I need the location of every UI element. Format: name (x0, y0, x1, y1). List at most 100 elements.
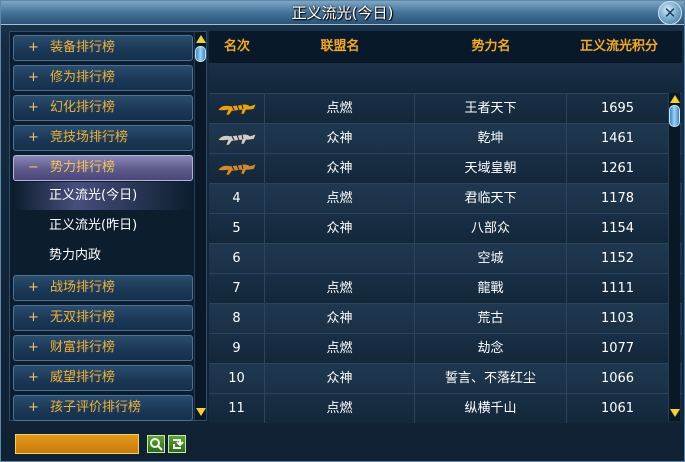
table-scrollbar[interactable] (668, 93, 680, 421)
table-row[interactable]: 8 众神 荒古 1103 (209, 303, 682, 333)
cell-faction: 誓言、不落红尘 (415, 364, 567, 393)
table-row[interactable]: 5 众神 八部众 1154 (209, 213, 682, 243)
search-input[interactable] (15, 434, 139, 454)
table-row[interactable]: 11 点燃 纵横千山 1061 (209, 393, 682, 423)
cell-faction: 纵横千山 (415, 394, 567, 423)
sub-item-label: 势力内政 (49, 248, 102, 263)
cell-faction: 王者天下 (415, 94, 567, 123)
cell-alliance (265, 244, 415, 273)
menu-item-child-rating[interactable]: + 孩子评价排行榜 (13, 395, 193, 421)
column-header-alliance: 联盟名 (320, 39, 360, 54)
menu-item-cultivation[interactable]: + 修为排行榜 (13, 65, 193, 91)
column-header-rank: 名次 (223, 39, 250, 54)
cell-faction: 劫念 (415, 334, 567, 363)
search-button[interactable] (147, 435, 165, 453)
cell-alliance: 点燃 (265, 394, 415, 423)
cell-alliance: 点燃 (265, 94, 415, 123)
menu-item-label: 威望排行榜 (50, 370, 116, 385)
menu-item-wealth[interactable]: + 财富排行榜 (13, 335, 193, 361)
cell-alliance: 众神 (265, 154, 415, 183)
table-row[interactable]: 4 点燃 君临天下 1178 (209, 183, 682, 213)
menu-item-label: 装备排行榜 (50, 40, 116, 55)
title-bar[interactable]: 正义流光(今日) ✕ (1, 1, 684, 25)
silver-tiger-icon (217, 133, 257, 146)
table-row[interactable]: 6 空城 1152 (209, 243, 682, 273)
cell-score: 1077 (600, 341, 635, 356)
expand-icon: + (28, 280, 39, 295)
cell-faction: 龍戰 (415, 274, 567, 303)
cell-score: 1103 (600, 311, 635, 326)
cell-faction: 荒古 (415, 304, 567, 333)
scroll-down-icon[interactable] (196, 408, 206, 416)
scroll-up-icon[interactable] (670, 95, 680, 103)
cell-faction: 乾坤 (415, 124, 567, 153)
scroll-thumb[interactable] (195, 46, 206, 62)
cell-score: 1154 (600, 221, 635, 236)
cell-alliance: 点燃 (265, 334, 415, 363)
expand-icon: + (28, 40, 39, 55)
refresh-button[interactable] (168, 435, 186, 453)
menu-item-battlefield[interactable]: + 战场排行榜 (13, 275, 193, 301)
cell-faction: 君临天下 (415, 184, 567, 213)
bronze-tiger-icon (217, 163, 257, 176)
menu-item-transform[interactable]: + 幻化排行榜 (13, 95, 193, 121)
expand-icon: + (28, 70, 39, 85)
cell-rank: 7 (209, 274, 265, 303)
table-row[interactable]: 9 点燃 劫念 1077 (209, 333, 682, 363)
table-row[interactable]: 点燃 王者天下 1695 (209, 93, 682, 123)
close-icon[interactable]: ✕ (658, 1, 682, 25)
scroll-up-icon[interactable] (196, 35, 206, 43)
table-row[interactable]: 众神 乾坤 1461 (209, 123, 682, 153)
scroll-down-icon[interactable] (670, 409, 680, 417)
menu-item-equipment[interactable]: + 装备排行榜 (13, 35, 193, 61)
cell-score: 1111 (600, 281, 635, 296)
column-header-score: 正义流光积分 (579, 39, 658, 54)
cell-rank: 5 (209, 214, 265, 243)
cell-alliance: 众神 (265, 304, 415, 333)
cell-score: 1061 (600, 401, 635, 416)
cell-alliance: 众神 (265, 214, 415, 243)
category-menu: + 装备排行榜 + 修为排行榜 + 幻化排行榜 + 竞技场排行榜 − 势力排行榜… (9, 31, 207, 421)
sub-item-faction-affairs[interactable]: 势力内政 (13, 242, 193, 270)
sub-item-justice-yesterday[interactable]: 正义流光(昨日) (13, 212, 193, 240)
cell-alliance: 点燃 (265, 184, 415, 213)
menu-item-label: 无双排行榜 (50, 310, 116, 325)
cell-rank: 9 (209, 334, 265, 363)
menu-item-arena[interactable]: + 竞技场排行榜 (13, 125, 193, 151)
ranking-table: 名次 联盟名 势力名 正义流光积分 点燃 王者天下 1695 众神 乾坤 1461 众神 天域… (209, 31, 682, 423)
menu-item-label: 孩子评价排行榜 (50, 400, 142, 415)
cell-faction: 天域皇朝 (415, 154, 567, 183)
cell-rank: 11 (209, 394, 265, 423)
column-header-faction: 势力名 (471, 39, 511, 54)
cell-score: 1178 (600, 191, 635, 206)
expand-icon: + (28, 400, 39, 415)
cell-score: 1461 (600, 131, 635, 146)
table-row[interactable]: 众神 天域皇朝 1261 (209, 153, 682, 183)
menu-item-peerless[interactable]: + 无双排行榜 (13, 305, 193, 331)
menu-item-prestige[interactable]: + 威望排行榜 (13, 365, 193, 391)
sub-item-label: 正义流光(今日) (49, 188, 138, 203)
menu-item-label: 势力排行榜 (50, 160, 116, 175)
cell-score: 1066 (600, 371, 635, 386)
expand-icon: + (28, 340, 39, 355)
menu-item-faction[interactable]: − 势力排行榜 (13, 155, 193, 181)
gold-tiger-icon (217, 103, 257, 116)
cell-faction: 空城 (415, 244, 567, 273)
cell-score: 1261 (600, 161, 635, 176)
cell-score: 1152 (600, 251, 635, 266)
collapse-icon: − (28, 160, 39, 175)
table-row[interactable]: 7 点燃 龍戰 1111 (209, 273, 682, 303)
magnifier-icon (150, 438, 163, 451)
expand-icon: + (28, 100, 39, 115)
cell-rank: 8 (209, 304, 265, 333)
sub-item-justice-today[interactable]: 正义流光(今日) (13, 182, 193, 210)
table-header: 名次 联盟名 势力名 正义流光积分 (209, 31, 682, 63)
scroll-thumb[interactable] (669, 105, 680, 127)
refresh-icon (173, 439, 184, 449)
menu-item-label: 竞技场排行榜 (50, 130, 129, 145)
expand-icon: + (28, 370, 39, 385)
cell-alliance: 点燃 (265, 274, 415, 303)
menu-scrollbar[interactable] (194, 32, 206, 420)
table-row[interactable]: 10 众神 誓言、不落红尘 1066 (209, 363, 682, 393)
cell-score: 1695 (600, 101, 635, 116)
